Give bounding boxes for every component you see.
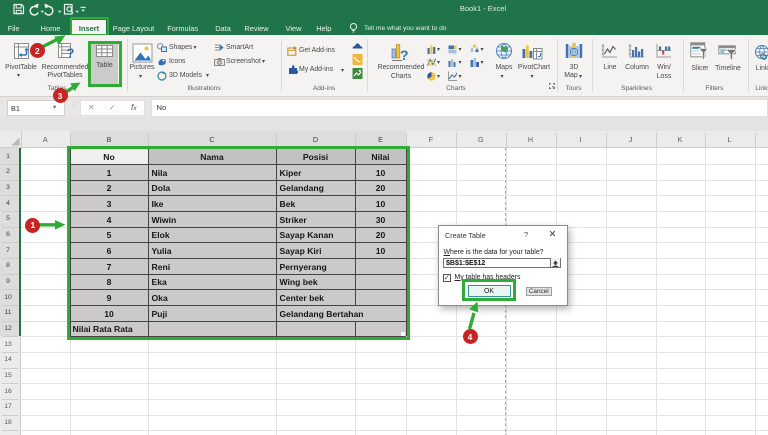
svg-text:?: ? (400, 47, 409, 63)
svg-text:?: ? (67, 45, 75, 60)
